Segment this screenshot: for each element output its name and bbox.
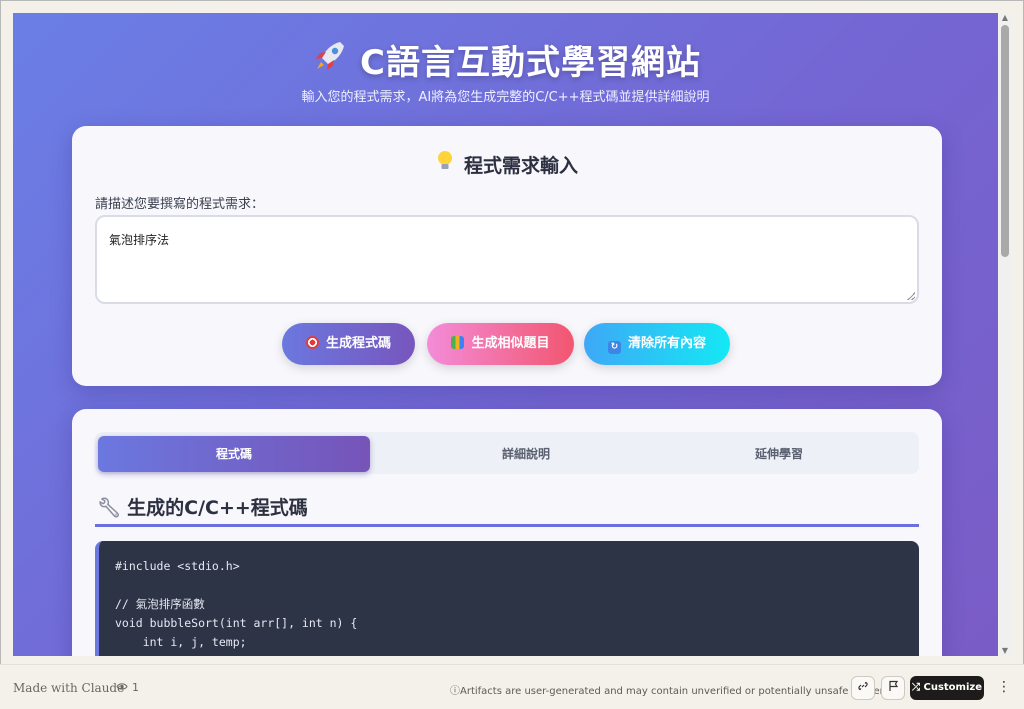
output-card: 程式碼 詳細說明 延伸學習 🔧︎ 生成的C/C++程式碼 #include <st…	[72, 409, 942, 656]
info-icon: ⓘ	[450, 686, 460, 697]
disclaimer: ⓘArtifacts are user-generated and may co…	[450, 682, 893, 697]
requirement-label: 請描述您要撰寫的程式需求：	[95, 197, 265, 212]
code-line: void bubbleSort(int arr[], int n) {	[115, 616, 358, 630]
copy-link-button[interactable]	[851, 676, 875, 700]
view-count-value: 1	[132, 681, 139, 694]
tab-extended-learning[interactable]: 延伸學習	[643, 436, 915, 472]
code-heading-text: 生成的C/C++程式碼	[127, 497, 308, 519]
tab-explanation[interactable]: 詳細說明	[390, 436, 662, 472]
artifact-footer: Made with Claude 1 ⓘArtifacts are user-g…	[0, 664, 1024, 709]
scroll-down-icon[interactable]: ▼	[1000, 646, 1010, 656]
input-section-title: 程式需求輸入	[72, 150, 942, 178]
input-card: 程式需求輸入 請描述您要撰寫的程式需求： 氣泡排序法 生成程式碼 生成相似題目 …	[72, 126, 942, 386]
rocket-icon	[310, 38, 350, 83]
output-tabs: 程式碼 詳細說明 延伸學習	[95, 432, 919, 474]
target-icon	[305, 336, 319, 349]
page-title: C語言互動式學習網站	[13, 35, 998, 84]
resize-handle[interactable]	[907, 292, 915, 300]
lightbulb-icon	[436, 150, 454, 177]
tab-code[interactable]: 程式碼	[98, 436, 370, 472]
clear-all-button[interactable]: ↻ 清除所有內容	[584, 323, 730, 365]
heading-divider	[95, 524, 919, 527]
books-icon	[451, 336, 465, 349]
title-text: C語言互動式學習網站	[360, 43, 701, 83]
eye-icon	[116, 681, 128, 694]
view-count: 1	[116, 681, 139, 694]
more-options-icon[interactable]: ⋮	[997, 679, 1011, 695]
shuffle-icon: ⤮	[912, 682, 924, 693]
page-subtitle: 輸入您的程式需求，AI將為您生成完整的C/C++程式碼並提供詳細說明	[301, 90, 710, 105]
input-title-text: 程式需求輸入	[463, 155, 578, 177]
flag-icon	[888, 680, 899, 695]
wrench-icon: 🔧︎	[97, 497, 122, 519]
code-line: int i, j, temp;	[115, 635, 247, 649]
vertical-scrollbar[interactable]: ▲ ▼	[999, 13, 1011, 656]
clear-label: 清除所有內容	[627, 336, 706, 351]
customize-label: Customize	[923, 682, 982, 693]
artifact-viewport: C語言互動式學習網站 輸入您的程式需求，AI將為您生成完整的C/C++程式碼並提…	[13, 13, 998, 656]
generate-code-button[interactable]: 生成程式碼	[282, 323, 415, 365]
generate-similar-button[interactable]: 生成相似題目	[427, 323, 574, 365]
similar-label: 生成相似題目	[471, 336, 550, 351]
scroll-up-icon[interactable]: ▲	[1000, 13, 1010, 23]
code-line: #include <stdio.h>	[115, 559, 240, 573]
generate-label: 生成程式碼	[325, 336, 391, 351]
textarea-value: 氣泡排序法	[109, 233, 170, 247]
code-heading: 🔧︎ 生成的C/C++程式碼	[97, 493, 308, 520]
report-button[interactable]	[881, 676, 905, 700]
made-with-label[interactable]: Made with Claude	[13, 681, 124, 695]
disclaimer-text: Artifacts are user-generated and may con…	[460, 686, 894, 697]
link-icon	[857, 681, 869, 695]
code-line: // 氣泡排序函數	[115, 597, 205, 611]
requirement-textarea[interactable]: 氣泡排序法	[95, 215, 919, 304]
code-block: #include <stdio.h> // 氣泡排序函數 void bubble…	[95, 541, 919, 656]
customize-button[interactable]: ⤮ Customize	[910, 676, 984, 700]
refresh-icon: ↻	[607, 341, 621, 354]
scroll-thumb[interactable]	[1001, 25, 1009, 257]
